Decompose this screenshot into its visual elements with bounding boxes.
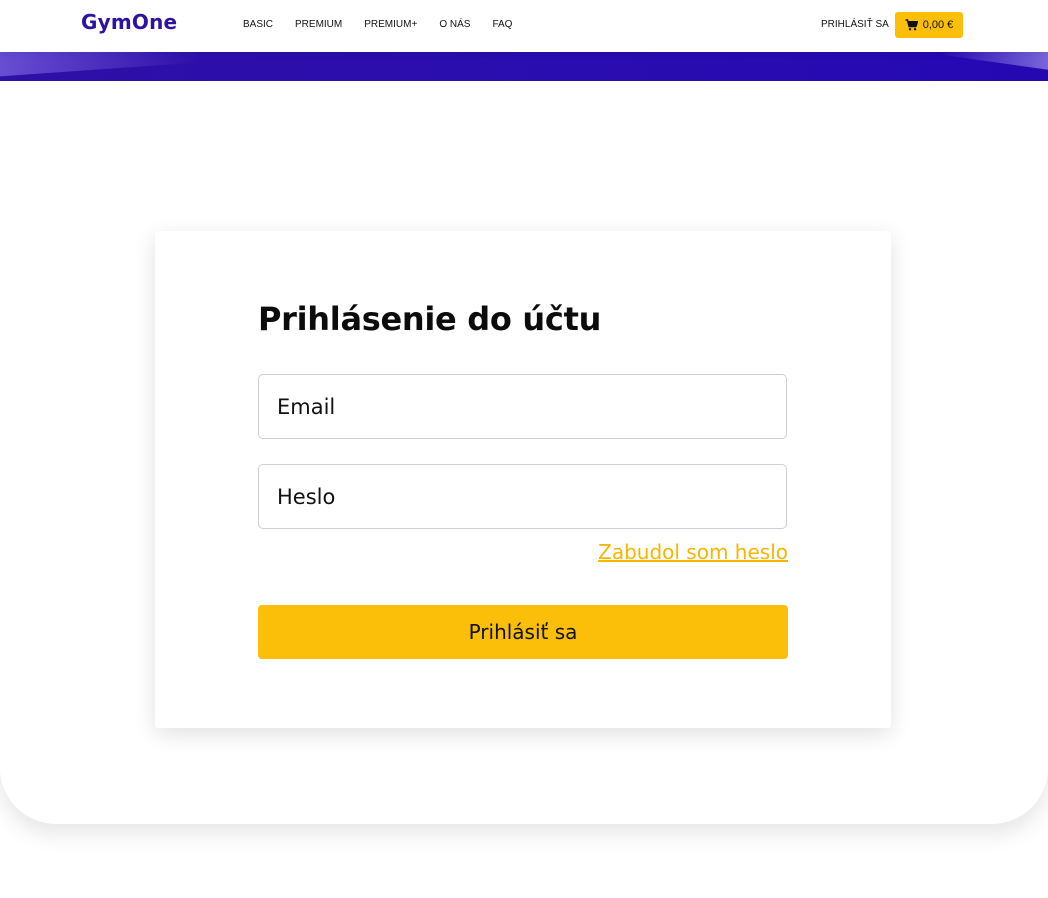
site-header: GymOne BASIC PREMIUM PREMIUM+ O NÁS FAQ … bbox=[0, 0, 1048, 52]
nav-item-premium-plus[interactable]: PREMIUM+ bbox=[364, 19, 417, 30]
header-login-link[interactable]: PRIHLÁSIŤ SA bbox=[821, 19, 889, 30]
nav-item-premium[interactable]: PREMIUM bbox=[295, 19, 342, 30]
page: GymOne BASIC PREMIUM PREMIUM+ O NÁS FAQ … bbox=[0, 0, 1048, 898]
nav-item-basic[interactable]: BASIC bbox=[243, 19, 273, 30]
logo[interactable]: GymOne bbox=[81, 10, 177, 34]
page-title: Prihlásenie do účtu bbox=[258, 300, 602, 338]
login-button[interactable]: Prihlásiť sa bbox=[258, 605, 788, 659]
cart-button[interactable]: 0,00 € bbox=[895, 12, 963, 38]
login-card: Prihlásenie do účtu Zabudol som heslo Pr… bbox=[155, 231, 891, 728]
cart-total: 0,00 € bbox=[922, 19, 954, 31]
nav-item-about[interactable]: O NÁS bbox=[439, 19, 470, 30]
password-field[interactable] bbox=[258, 464, 787, 529]
forgot-password-link[interactable]: Zabudol som heslo bbox=[598, 540, 788, 564]
email-field[interactable] bbox=[258, 374, 787, 439]
nav-item-faq[interactable]: FAQ bbox=[492, 19, 512, 30]
cart-icon bbox=[905, 19, 918, 31]
main-nav: BASIC PREMIUM PREMIUM+ O NÁS FAQ bbox=[243, 19, 534, 30]
